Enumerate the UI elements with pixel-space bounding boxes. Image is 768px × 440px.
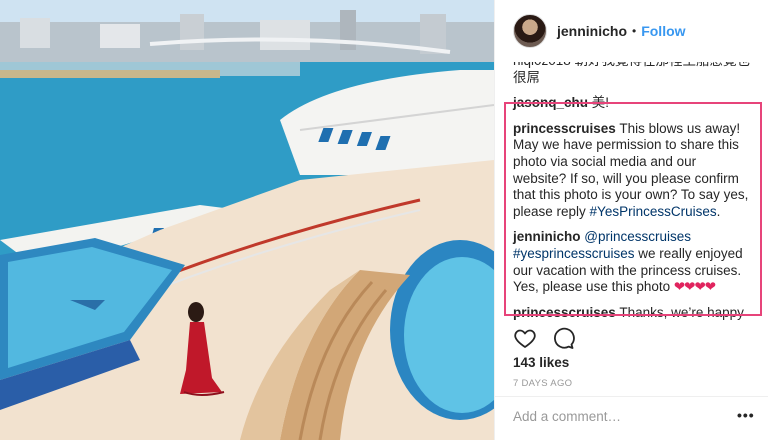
- comment-author[interactable]: princesscruises: [513, 121, 616, 136]
- comment-text: 美!: [588, 95, 610, 111]
- post-details-panel: jenninicho • Follow nlqi0z018 朝好我覺得在那裡坐船…: [494, 0, 768, 440]
- post-header: jenninicho • Follow: [495, 0, 768, 62]
- comment-bubble-icon[interactable]: [551, 326, 575, 350]
- follow-button[interactable]: Follow: [641, 23, 685, 39]
- avatar[interactable]: [513, 14, 547, 48]
- comment-item: princesscruises Thanks, we’re happy to h…: [513, 305, 753, 320]
- cruise-ship-photo: [0, 0, 494, 440]
- hearts-emoji: ❤❤❤❤: [673, 279, 716, 295]
- comment-text-end: .: [716, 203, 721, 219]
- separator-dot: •: [632, 24, 637, 38]
- divider: [495, 396, 768, 397]
- post-timestamp[interactable]: 7 DAYS AGO: [513, 378, 572, 389]
- comment-item: princesscruises This blows us away! May …: [513, 121, 753, 221]
- post-author-username[interactable]: jenninicho: [557, 23, 627, 39]
- hashtag-link[interactable]: #YesPrincessCruises: [590, 204, 717, 219]
- add-comment-input[interactable]: [513, 403, 733, 429]
- post-actions: [513, 326, 575, 350]
- more-options-button[interactable]: •••: [737, 407, 755, 423]
- comment-item: jasonq_chu 美!: [513, 95, 753, 112]
- comment-author[interactable]: jasonq_chu: [513, 95, 588, 110]
- hashtag-link[interactable]: #yesprincesscruises: [513, 246, 635, 261]
- comment-author[interactable]: jenninicho: [513, 229, 581, 244]
- comment-text: nlqi0z018 朝好我覺得在那裡坐船感覺也很屌: [513, 62, 750, 85]
- mention-link[interactable]: @princesscruises: [584, 229, 691, 244]
- heart-outline-icon[interactable]: [513, 326, 537, 350]
- comments-list[interactable]: nlqi0z018 朝好我覺得在那裡坐船感覺也很屌 jasonq_chu 美! …: [495, 62, 768, 320]
- comment-partial: nlqi0z018 朝好我覺得在那裡坐船感覺也很屌: [513, 62, 753, 86]
- post-photo: [0, 0, 494, 440]
- comment-author[interactable]: princesscruises: [513, 305, 616, 320]
- comment-item: jenninicho @princesscruises #yesprincess…: [513, 229, 753, 295]
- likes-count[interactable]: 143 likes: [513, 355, 569, 370]
